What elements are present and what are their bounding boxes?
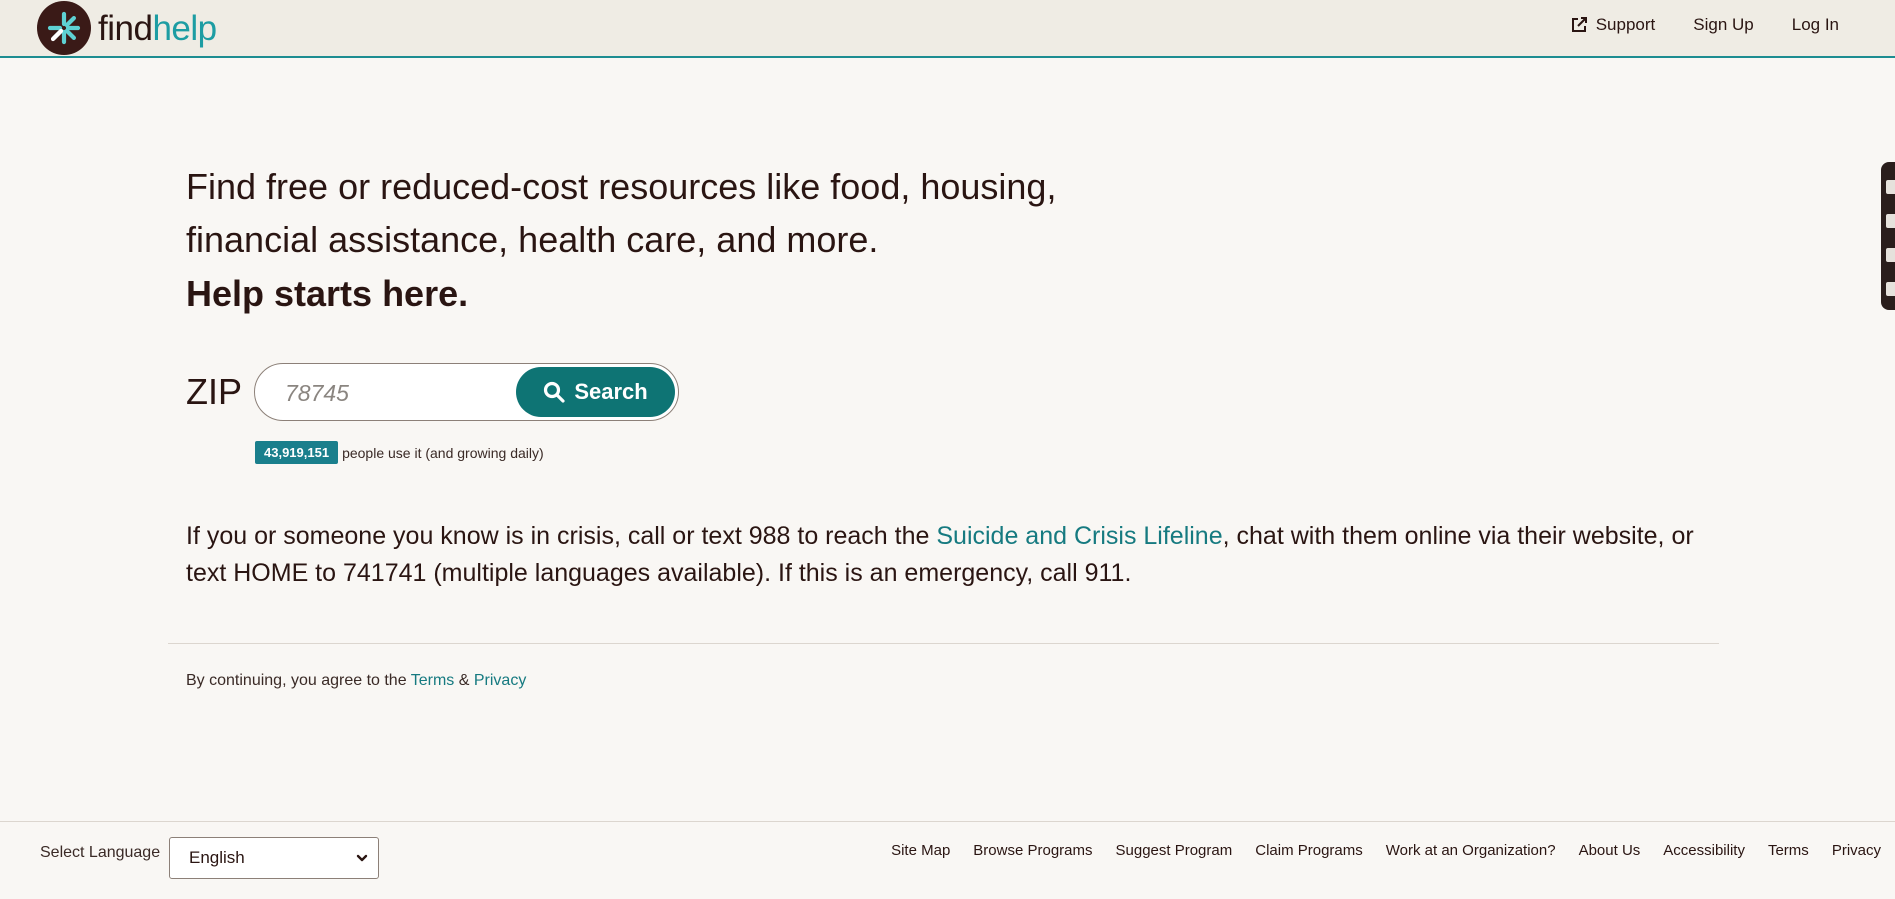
zip-input[interactable] [285, 378, 516, 408]
side-toolbar-item[interactable] [1886, 248, 1895, 262]
footer-link-work-at-organization[interactable]: Work at an Organization? [1386, 842, 1556, 859]
footer-link-suggest-program[interactable]: Suggest Program [1116, 842, 1233, 859]
zip-label: ZIP [186, 371, 243, 412]
log-in-link[interactable]: Log In [1792, 15, 1839, 35]
user-counter: 43,919,151 people use it (and growing da… [255, 441, 544, 464]
legal-prefix: By continuing, you agree to the [186, 672, 411, 689]
zip-search-form: ZIP Search [186, 363, 680, 421]
footer-link-browse-programs[interactable]: Browse Programs [973, 842, 1092, 859]
hero-line-1: Find free or reduced-cost resources like… [186, 166, 1057, 207]
content-divider [168, 643, 1719, 644]
crisis-lifeline-link[interactable]: Suicide and Crisis Lifeline [936, 522, 1222, 550]
sign-up-link[interactable]: Sign Up [1693, 15, 1753, 35]
site-footer: Select Language English Site Map Browse … [0, 821, 1895, 899]
footer-link-about-us[interactable]: About Us [1579, 842, 1641, 859]
hero-heading: Find free or reduced-cost resources like… [186, 160, 1086, 322]
language-select[interactable]: English [169, 837, 379, 879]
logo-find-text: find [98, 8, 153, 48]
language-select-value: English [189, 848, 245, 867]
hero-line-2: financial assistance, health care, and m… [186, 219, 879, 260]
side-toolbar-item[interactable] [1886, 282, 1895, 296]
side-toolbar-widget[interactable] [1881, 162, 1895, 310]
logo-help-text: help [152, 8, 217, 48]
zip-search-box: Search [254, 363, 680, 421]
user-count-badge: 43,919,151 [255, 441, 339, 464]
footer-links: Site Map Browse Programs Suggest Program… [868, 842, 1881, 859]
footer-link-privacy[interactable]: Privacy [1832, 842, 1881, 859]
site-header: findhelp Support Sign Up Log In [0, 0, 1895, 58]
crisis-text-1: If you or someone you know is in crisis,… [186, 522, 937, 550]
logo-wordmark: findhelp [98, 11, 217, 46]
logo-asterisk-icon [37, 1, 91, 55]
footer-link-claim-programs[interactable]: Claim Programs [1255, 842, 1363, 859]
footer-link-terms[interactable]: Terms [1768, 842, 1809, 859]
support-label: Support [1595, 15, 1656, 34]
side-toolbar-item[interactable] [1886, 214, 1895, 228]
chevron-down-icon [354, 850, 370, 866]
legal-amp: & [454, 672, 474, 689]
search-button-label: Search [574, 379, 648, 404]
crisis-notice: If you or someone you know is in crisis,… [186, 518, 1706, 592]
privacy-link[interactable]: Privacy [474, 672, 526, 689]
footer-link-site-map[interactable]: Site Map [891, 842, 950, 859]
user-count-text: people use it (and growing daily) [342, 444, 544, 461]
legal-notice: By continuing, you agree to the Terms & … [186, 672, 526, 690]
side-toolbar-item[interactable] [1886, 180, 1895, 194]
search-icon [543, 381, 565, 403]
terms-link[interactable]: Terms [411, 672, 455, 689]
findhelp-logo[interactable]: findhelp [37, 1, 217, 55]
footer-link-accessibility[interactable]: Accessibility [1663, 842, 1745, 859]
support-link[interactable]: Support [1570, 15, 1656, 35]
external-link-icon [1570, 16, 1588, 34]
top-nav: Support Sign Up Log In [1532, 0, 1839, 50]
search-button[interactable]: Search [516, 367, 676, 417]
hero-tagline: Help starts here. [186, 273, 469, 314]
language-label: Select Language [40, 844, 161, 861]
